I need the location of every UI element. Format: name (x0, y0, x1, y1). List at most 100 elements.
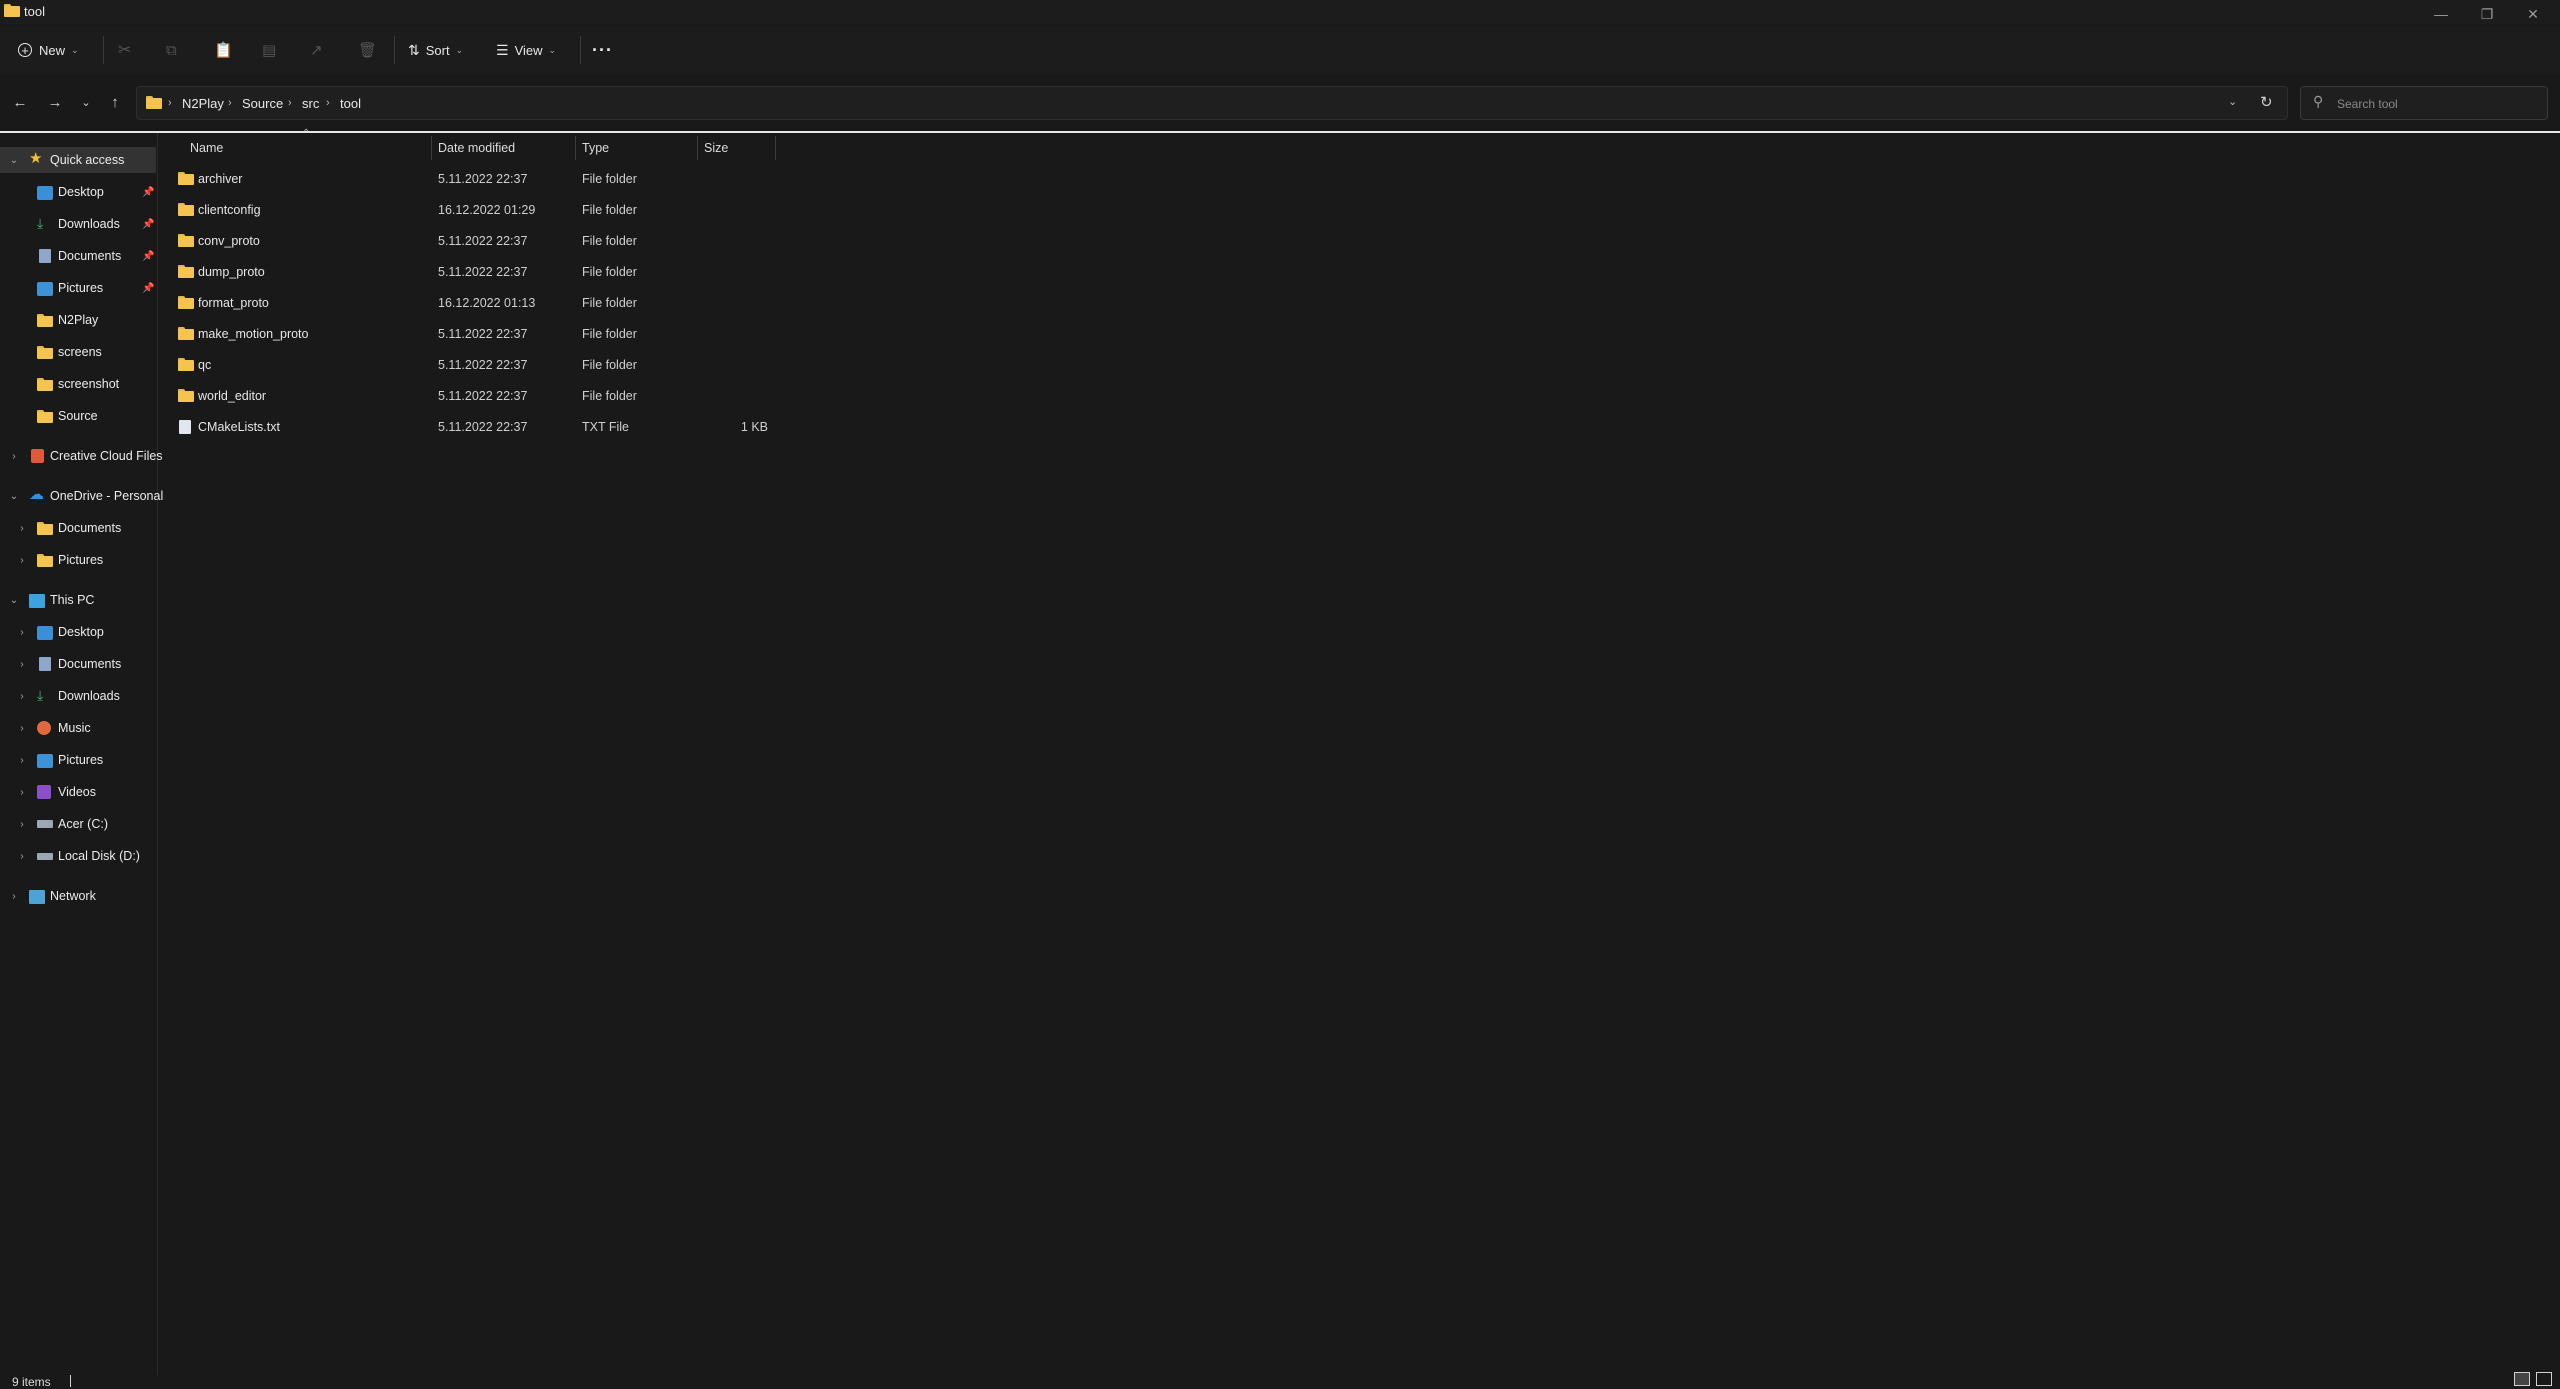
sort-button[interactable]: ⇅ Sort ⌄ (408, 38, 463, 62)
sidebar-item-source[interactable]: Source (0, 403, 156, 429)
sidebar-item-onedrive-pictures[interactable]: › Pictures (0, 547, 156, 573)
file-row[interactable]: archiver 5.11.2022 22:37 File folder (170, 164, 776, 195)
sidebar-item-onedrive-documents[interactable]: › Documents (0, 515, 156, 541)
desktop-icon (37, 186, 53, 200)
recent-locations-button[interactable]: ⌄ (75, 92, 97, 114)
folder-icon (178, 172, 194, 186)
sidebar-item-label: Desktop (58, 625, 104, 639)
breadcrumb-tool[interactable]: tool (340, 96, 361, 111)
refresh-icon[interactable]: ↻ (2260, 93, 2273, 111)
file-row[interactable]: format_proto 16.12.2022 01:13 File folde… (170, 288, 776, 319)
sort-icon: ⇅ (408, 41, 420, 58)
minimize-button[interactable]: — (2418, 0, 2464, 28)
sidebar-item-label: Network (50, 889, 96, 903)
breadcrumb-src[interactable]: src (302, 96, 319, 111)
sidebar-item-pictures[interactable]: Pictures 📌 (0, 275, 156, 301)
sidebar-item-label: Music (58, 721, 91, 735)
sidebar-item-screenshot[interactable]: screenshot (0, 371, 156, 397)
up-button[interactable]: ↑ (104, 92, 126, 114)
copy-icon[interactable]: ⧉ (166, 38, 177, 62)
pictures-icon (37, 282, 53, 296)
chevron-right-icon: › (20, 522, 24, 534)
more-options-button[interactable]: ··· (592, 38, 613, 62)
file-row[interactable]: CMakeLists.txt 5.11.2022 22:37 TXT File … (170, 412, 776, 443)
chevron-down-icon: ⌄ (455, 44, 464, 55)
sidebar-item-pc-pictures[interactable]: › Pictures (0, 747, 156, 773)
folder-icon (37, 410, 53, 424)
pin-icon: 📌 (142, 282, 155, 294)
file-row[interactable]: dump_proto 5.11.2022 22:37 File folder (170, 257, 776, 288)
rename-icon[interactable]: ▤ (262, 38, 276, 62)
file-name: format_proto (198, 296, 269, 310)
sidebar-item-n2play[interactable]: N2Play (0, 307, 156, 333)
chevron-right-icon: › (168, 97, 172, 109)
sidebar-item-this-pc[interactable]: ⌄ This PC (0, 587, 156, 613)
large-icons-view-icon[interactable] (2536, 1372, 2552, 1386)
new-button[interactable]: + New ⌄ (18, 38, 79, 62)
file-row[interactable]: make_motion_proto 5.11.2022 22:37 File f… (170, 319, 776, 350)
sidebar-item-creative-cloud[interactable]: › Creative Cloud Files (0, 443, 163, 469)
search-icon: ⚲ (2313, 93, 2324, 109)
file-row[interactable]: conv_proto 5.11.2022 22:37 File folder (170, 226, 776, 257)
chevron-right-icon: › (20, 690, 24, 702)
file-type: File folder (582, 203, 637, 217)
sidebar-item-label: screenshot (58, 377, 120, 391)
column-header-type[interactable]: Type (576, 136, 698, 160)
document-icon (39, 249, 51, 263)
view-button[interactable]: ☰ View ⌄ (496, 38, 556, 62)
forward-button[interactable]: → (44, 92, 66, 114)
file-row[interactable]: qc 5.11.2022 22:37 File folder (170, 350, 776, 381)
chevron-down-icon: ⌄ (9, 594, 19, 606)
file-row[interactable]: clientconfig 16.12.2022 01:29 File folde… (170, 195, 776, 226)
sidebar-item-pc-drive-c[interactable]: › Acer (C:) (0, 811, 156, 837)
address-history-button[interactable]: ⌄ (2228, 95, 2237, 108)
close-button[interactable]: ✕ (2510, 0, 2556, 28)
chevron-down-icon: ⌄ (71, 44, 79, 55)
sidebar-item-onedrive[interactable]: ⌄ ☁ OneDrive - Personal (0, 483, 163, 509)
file-type: File folder (582, 172, 637, 186)
delete-icon[interactable]: 🗑 (358, 38, 377, 62)
sidebar-item-label: Pictures (58, 753, 104, 767)
chevron-down-icon: ⌄ (9, 154, 19, 166)
sidebar-item-label: N2Play (58, 313, 99, 327)
column-header-date[interactable]: Date modified (432, 136, 576, 160)
file-row[interactable]: world_editor 5.11.2022 22:37 File folder (170, 381, 776, 412)
folder-icon (178, 296, 194, 310)
details-view-icon[interactable] (2514, 1372, 2530, 1386)
chevron-right-icon: › (20, 722, 24, 734)
sidebar-item-label: Acer (C:) (58, 817, 108, 831)
sidebar-item-label: Source (58, 409, 98, 423)
sidebar-item-desktop[interactable]: Desktop 📌 (0, 179, 156, 205)
folder-icon (37, 554, 53, 568)
paste-icon[interactable]: 📋 (214, 38, 233, 62)
sidebar-item-pc-music[interactable]: › Music (0, 715, 156, 741)
sidebar-item-pc-desktop[interactable]: › Desktop (0, 619, 156, 645)
cloud-icon: ☁ (29, 486, 44, 503)
sidebar-item-screens[interactable]: screens (0, 339, 156, 365)
column-header-name[interactable]: Name (184, 136, 432, 160)
restore-button[interactable]: ❐ (2464, 0, 2510, 28)
share-icon[interactable]: ↗ (310, 38, 323, 62)
sidebar-item-downloads[interactable]: ⤓ Downloads 📌 (0, 211, 156, 237)
file-date: 5.11.2022 22:37 (438, 172, 528, 186)
breadcrumb-n2play[interactable]: N2Play (182, 96, 224, 111)
sidebar-item-documents[interactable]: Documents 📌 (0, 243, 156, 269)
column-header-size[interactable]: Size (698, 136, 776, 160)
window-title: tool (24, 4, 45, 19)
sidebar-item-network[interactable]: › Network (0, 883, 156, 909)
back-button[interactable]: ← (9, 92, 31, 114)
sidebar-item-label: This PC (50, 593, 95, 607)
search-input[interactable] (2335, 93, 2539, 115)
sidebar-item-pc-videos[interactable]: › Videos (0, 779, 156, 805)
sidebar-item-pc-documents[interactable]: › Documents (0, 651, 156, 677)
sidebar-item-pc-downloads[interactable]: › ⤓ Downloads (0, 683, 156, 709)
folder-icon (178, 265, 194, 279)
chevron-right-icon: › (20, 554, 24, 566)
pictures-icon (37, 754, 53, 768)
address-bar[interactable] (136, 86, 2288, 120)
star-icon: ★ (29, 150, 43, 167)
sidebar-item-pc-drive-d[interactable]: › Local Disk (D:) (0, 843, 156, 869)
cut-icon[interactable]: ✂ (118, 38, 131, 62)
sidebar-item-quick-access[interactable]: ⌄ ★ Quick access (0, 147, 156, 173)
breadcrumb-source[interactable]: Source (242, 96, 283, 111)
